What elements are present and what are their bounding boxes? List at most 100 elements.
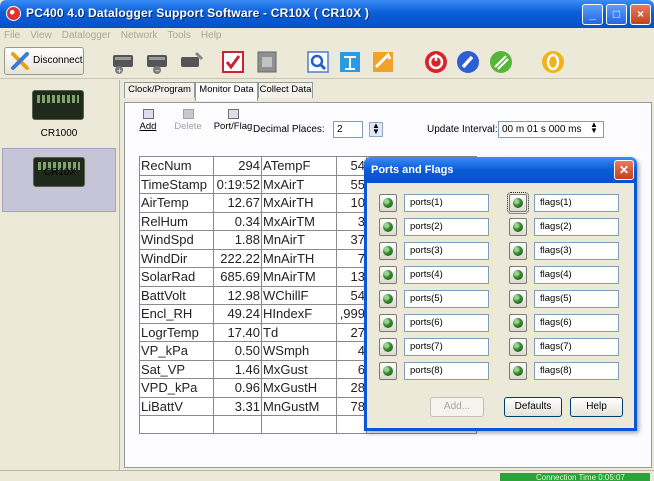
led-icon (513, 198, 523, 208)
station-item-cr1000[interactable]: CR1000 (2, 82, 116, 146)
minimize-button[interactable]: _ (582, 4, 603, 25)
short-cut-icon[interactable] (370, 49, 396, 75)
field-value-cell: 3 (336, 211, 367, 231)
ports-and-flags-dialog: Ports and Flags ✕ ports(1) ports(2) ports(… (364, 157, 637, 431)
field-name-cell: MnAirTH (261, 248, 337, 268)
menu-datalogger[interactable]: Datalogger (58, 28, 114, 43)
port-toggle-button[interactable] (379, 242, 397, 260)
port-toggle-button[interactable] (379, 218, 397, 236)
field-name-cell: WindSpd (139, 230, 214, 250)
connect-icon[interactable]: − (144, 49, 170, 75)
disconnect-button[interactable]: Disconnect (4, 47, 84, 75)
field-name-cell: MxGust (261, 359, 337, 379)
led-icon (513, 222, 523, 232)
defaults-button[interactable]: Defaults (504, 397, 562, 417)
port-field: ports(1) (404, 194, 489, 212)
help-button[interactable]: Help (570, 397, 623, 417)
decimal-places-spinner[interactable]: ▲ ▼ (369, 122, 383, 137)
field-value-cell: 1.46 (213, 359, 262, 379)
field-value-cell: 12.98 (213, 285, 262, 305)
program-check-icon[interactable] (220, 49, 246, 75)
menu-help[interactable]: Help (197, 28, 225, 43)
field-value-cell: 0.34 (213, 211, 262, 231)
led-icon (513, 318, 523, 328)
connection-time: Connection Time 0:05:07 (500, 473, 650, 481)
flag-toggle-button[interactable] (509, 266, 527, 284)
delete-button[interactable]: Delete (173, 109, 203, 132)
field-name-cell: MxAirTM (261, 211, 337, 231)
flag-field: flags(6) (534, 314, 619, 332)
port-toggle-button[interactable] (379, 338, 397, 356)
menu-network[interactable]: Network (117, 28, 161, 43)
report-icon[interactable] (540, 49, 566, 75)
decimal-places-input[interactable]: 2 (333, 121, 363, 138)
port-flag-icon (227, 109, 239, 119)
field-name-cell: MnAirTM (261, 267, 337, 287)
flag-toggle-button[interactable] (509, 290, 527, 308)
port-toggle-button[interactable] (379, 266, 397, 284)
tab-collect-data[interactable]: Collect Data (258, 82, 313, 98)
led-icon (383, 342, 393, 352)
toolbar: Disconnect + − (0, 43, 654, 79)
field-name-cell: Sat_VP (139, 359, 214, 379)
menu-file[interactable]: File (0, 28, 23, 43)
maximize-button[interactable]: □ (606, 4, 627, 25)
station-list: CR1000 CR10X (0, 80, 120, 470)
field-name-cell: MxAirTH (261, 193, 337, 213)
led-icon (513, 270, 523, 280)
field-value-cell: 54 (336, 285, 367, 305)
port-toggle-button[interactable] (379, 290, 397, 308)
port-field: ports(6) (404, 314, 489, 332)
field-value-cell: 12.67 (213, 193, 262, 213)
compile-icon[interactable] (488, 49, 514, 75)
dialog-close-button[interactable]: ✕ (614, 160, 634, 180)
tab-monitor-data[interactable]: Monitor Data (195, 82, 258, 101)
station-icon[interactable] (178, 49, 204, 75)
update-interval-label: Update Interval: (427, 124, 498, 135)
port-toggle-button[interactable] (379, 194, 397, 212)
notes-icon[interactable] (254, 49, 280, 75)
update-interval-spinner[interactable]: ▲ ▼ (587, 121, 601, 137)
flag-toggle-button[interactable] (509, 338, 527, 356)
flag-field: flags(7) (534, 338, 619, 356)
field-name-cell: BattVolt (139, 285, 214, 305)
field-name-cell: WChillF (261, 285, 337, 305)
dialog-title-bar: Ports and Flags ✕ (364, 157, 637, 183)
flag-toggle-button[interactable] (509, 242, 527, 260)
flag-field: flags(4) (534, 266, 619, 284)
field-value-cell: 17.40 (213, 322, 262, 342)
tab-clock-program[interactable]: Clock/Program (124, 82, 195, 98)
field-value-cell: 1.88 (213, 230, 262, 250)
add-ports-button[interactable]: Add... (430, 397, 484, 417)
svg-text:−: − (155, 67, 161, 75)
flag-toggle-button[interactable] (509, 314, 527, 332)
add-button[interactable]: Add (133, 109, 163, 132)
menu-tools[interactable]: Tools (163, 28, 193, 43)
split-icon[interactable] (337, 49, 363, 75)
view-icon[interactable] (305, 49, 331, 75)
port-flag-button[interactable]: Port/Flag (213, 109, 253, 132)
station-item-cr10x[interactable]: CR10X (2, 148, 116, 212)
field-value-cell: 3.31 (213, 396, 262, 416)
field-name-cell: Encl_RH (139, 304, 214, 324)
led-icon (513, 342, 523, 352)
delete-icon (182, 109, 194, 119)
setup-icon[interactable]: + (110, 49, 136, 75)
edit-icon[interactable] (455, 49, 481, 75)
flag-toggle-button[interactable] (507, 192, 529, 214)
port-field: ports(4) (404, 266, 489, 284)
field-name-cell: HIndexF (261, 304, 337, 324)
port-toggle-button[interactable] (379, 314, 397, 332)
flag-field: flags(5) (534, 290, 619, 308)
flag-toggle-button[interactable] (509, 362, 527, 380)
menu-view[interactable]: View (26, 28, 55, 43)
stop-icon[interactable] (423, 49, 449, 75)
empty-cell (261, 415, 337, 434)
close-button[interactable]: × (630, 4, 651, 25)
window-title: PC400 4.0 Datalogger Support Software - … (26, 6, 370, 20)
station-name: CR1000 (40, 128, 78, 139)
port-toggle-button[interactable] (379, 362, 397, 380)
field-value-cell: 222.22 (213, 248, 262, 268)
flag-toggle-button[interactable] (509, 218, 527, 236)
field-value-cell: 685.69 (213, 267, 262, 287)
